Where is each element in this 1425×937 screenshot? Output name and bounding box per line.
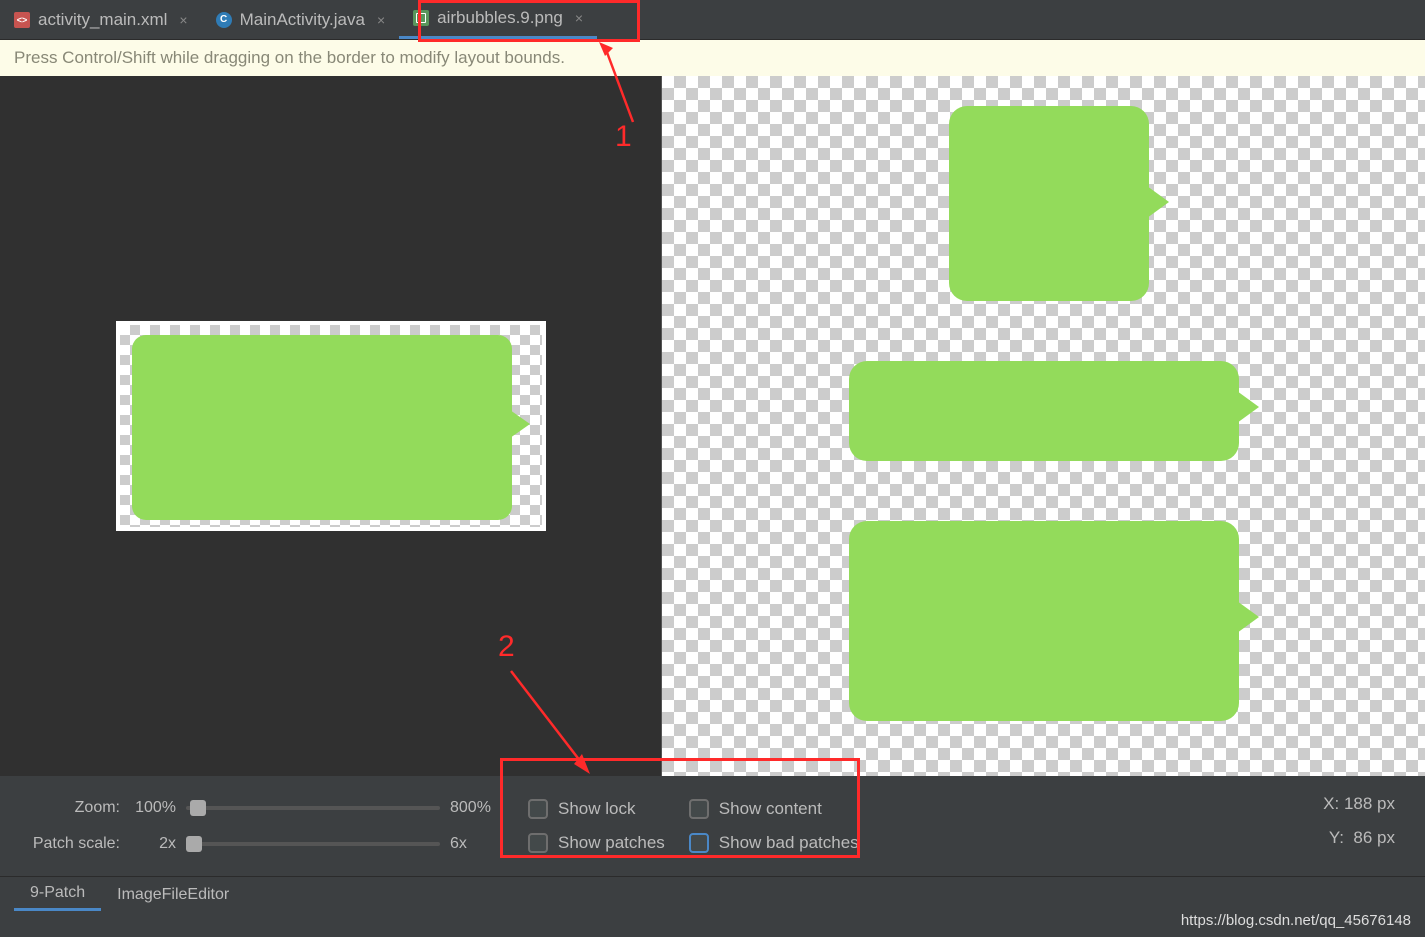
slider-thumb[interactable]	[190, 800, 206, 816]
patch-scale-slider[interactable]	[186, 842, 440, 846]
nine-patch-canvas[interactable]	[116, 321, 546, 531]
tab-main-activity[interactable]: MainActivity.java ×	[202, 0, 400, 39]
preview-bubble-small	[949, 106, 1149, 301]
close-icon[interactable]: ×	[179, 12, 187, 28]
coord-y-value: 86 px	[1353, 828, 1395, 847]
patch-scale-label: Patch scale:	[10, 835, 120, 853]
coord-x-value: 188 px	[1344, 794, 1395, 813]
nine-patch-editor	[0, 76, 1425, 776]
watermark: https://blog.csdn.net/qq_45676148	[1181, 912, 1411, 929]
patch-scale-slider-row: Patch scale: 2x 6x	[10, 835, 500, 853]
bubble-shape	[132, 335, 512, 520]
slider-thumb[interactable]	[186, 836, 202, 852]
subtab-9patch[interactable]: 9-Patch	[14, 878, 101, 911]
preview-panel	[662, 76, 1425, 776]
tab-label: activity_main.xml	[38, 10, 167, 30]
cursor-coordinates: X: 188 px Y: 86 px	[1323, 794, 1395, 848]
subtab-image-editor[interactable]: ImageFileEditor	[101, 880, 245, 910]
show-bad-patches-checkbox[interactable]: Show bad patches	[689, 833, 859, 853]
checkbox-icon	[528, 833, 548, 853]
checkbox-icon	[689, 799, 709, 819]
close-icon[interactable]: ×	[575, 10, 583, 26]
preview-bubble-large	[849, 521, 1239, 721]
close-icon[interactable]: ×	[377, 12, 385, 28]
image-file-icon	[413, 10, 429, 26]
show-patches-checkbox[interactable]: Show patches	[528, 833, 665, 853]
zoom-label: Zoom:	[10, 799, 120, 817]
tab-airbubbles-png[interactable]: airbubbles.9.png ×	[399, 0, 597, 39]
checkbox-icon	[528, 799, 548, 819]
preview-bubble-wide	[849, 361, 1239, 461]
editor-subtab-bar: 9-Patch ImageFileEditor	[0, 876, 1425, 912]
xml-file-icon	[14, 12, 30, 28]
zoom-min: 100%	[130, 799, 176, 817]
editor-tab-bar: activity_main.xml × MainActivity.java × …	[0, 0, 1425, 40]
zoom-slider-row: Zoom: 100% 800%	[10, 799, 500, 817]
patch-scale-min: 2x	[130, 835, 176, 853]
java-class-icon	[216, 12, 232, 28]
show-content-checkbox[interactable]: Show content	[689, 799, 859, 819]
show-lock-checkbox[interactable]: Show lock	[528, 799, 665, 819]
hint-banner: Press Control/Shift while dragging on th…	[0, 40, 1425, 76]
tab-label: MainActivity.java	[240, 10, 365, 30]
patch-scale-max: 6x	[450, 835, 500, 853]
checkbox-icon	[689, 833, 709, 853]
tab-activity-main[interactable]: activity_main.xml ×	[0, 0, 202, 39]
bottom-controls: Zoom: 100% 800% Patch scale: 2x 6x Show …	[0, 776, 1425, 876]
zoom-slider[interactable]	[186, 806, 440, 810]
tab-label: airbubbles.9.png	[437, 8, 563, 28]
options-checkboxes: Show lock Show content Show patches Show…	[528, 799, 859, 853]
edit-panel[interactable]	[0, 76, 662, 776]
zoom-max: 800%	[450, 799, 500, 817]
